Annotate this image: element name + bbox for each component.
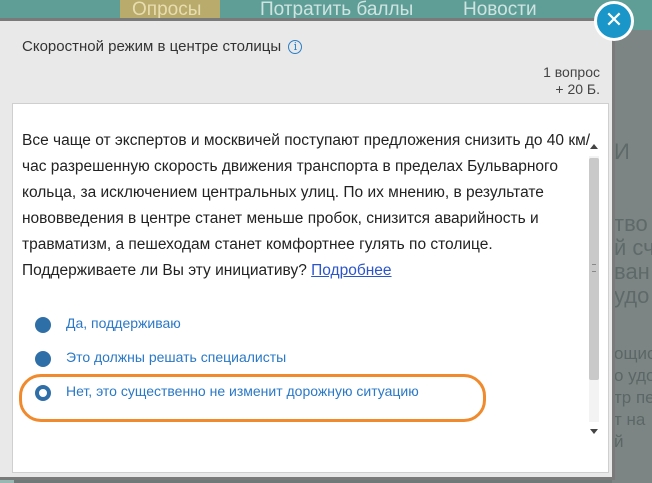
question-count: 1 вопрос (543, 64, 600, 80)
more-details-link[interactable]: Подробнее (311, 262, 391, 279)
background-text-fragment: т на (614, 410, 646, 429)
background-text-fragment: И (614, 139, 630, 164)
points-reward: + 20 Б. (555, 81, 600, 97)
background-text-fragment: тво (614, 211, 648, 236)
background-text-fragment: удо (614, 283, 650, 308)
answer-option-label: Это должны решать специалисты (66, 349, 287, 365)
answer-option-label: Да, поддерживаю (66, 315, 181, 331)
question-text-block: Все чаще от экспертов и москвичей поступ… (22, 128, 592, 284)
question-text: Все чаще от экспертов и москвичей поступ… (22, 132, 591, 279)
question-scrollbar[interactable] (588, 144, 600, 434)
answer-option-yes[interactable]: Да, поддерживаю (35, 314, 575, 336)
modal-title: Скоростной режим в центре столицы i (22, 38, 303, 55)
grip-icon (592, 264, 596, 272)
info-icon[interactable]: i (288, 40, 303, 54)
scroll-track[interactable] (589, 156, 599, 422)
scroll-up-arrow-icon[interactable] (590, 144, 598, 149)
modal-title-text: Скоростной режим в центре столицы (22, 38, 282, 55)
modal-header: Скоростной режим в центре столицы i 1 во… (0, 21, 612, 103)
background-text-fragment: й сч (614, 235, 652, 260)
background-text-fragment: тр пе (614, 388, 652, 407)
answer-option-specialists[interactable]: Это должны решать специалисты (35, 348, 575, 370)
background-text-fragment: й (614, 432, 624, 451)
radio-icon[interactable] (35, 317, 51, 333)
background-text-fragment: ощис (614, 344, 652, 363)
background-text-fragment: ван (614, 259, 650, 284)
close-button[interactable]: ✕ (594, 1, 634, 41)
scroll-thumb[interactable] (589, 158, 599, 380)
background-right-strip: И тво й сч ван удо ощис о удо тр пе т на… (612, 30, 652, 483)
poll-meta: 1 вопрос + 20 Б. (543, 64, 600, 98)
background-text-fragment: о удо (614, 366, 652, 385)
selected-answer-highlight (19, 374, 486, 422)
radio-icon[interactable] (35, 351, 51, 367)
scroll-down-arrow-icon[interactable] (590, 429, 598, 434)
